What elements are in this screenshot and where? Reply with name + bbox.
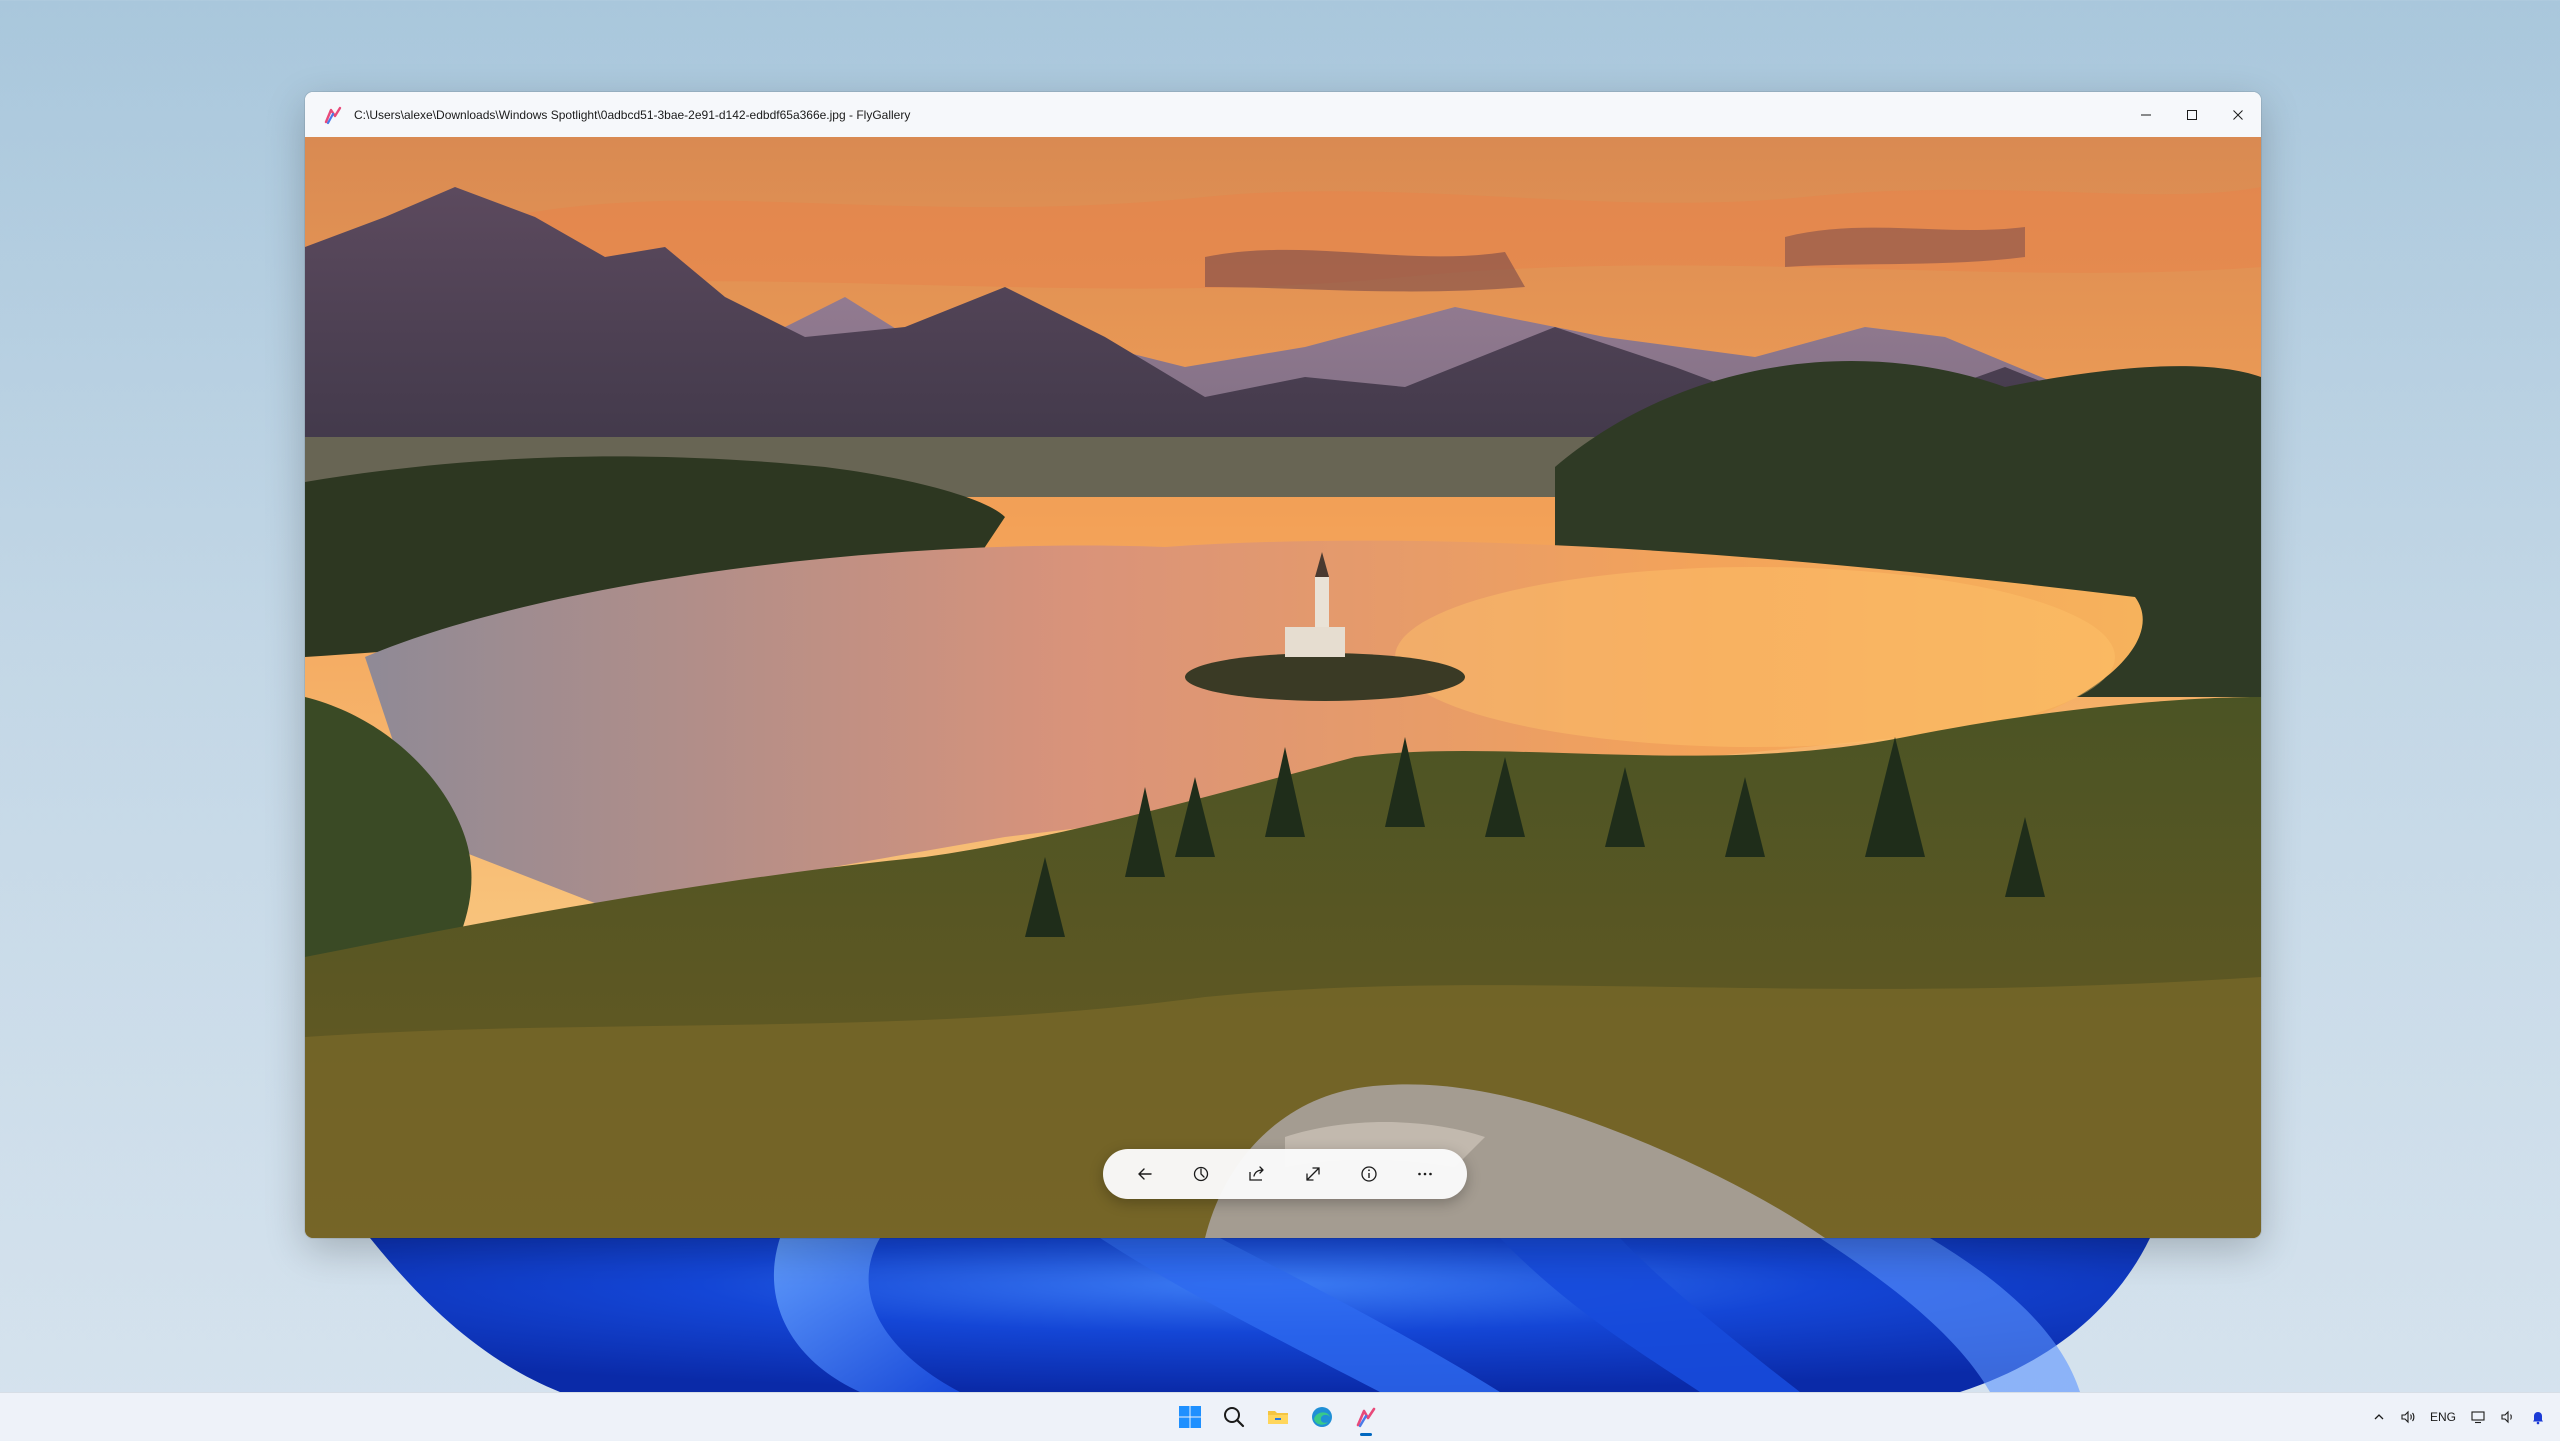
windows-start-icon — [1179, 1406, 1201, 1428]
info-icon — [1361, 1166, 1377, 1182]
network-icon — [2471, 1411, 2485, 1424]
notification-center-button[interactable] — [2530, 1402, 2546, 1432]
taskbar: ENG — [0, 1392, 2560, 1441]
image-viewer[interactable] — [305, 137, 2261, 1238]
window-title: C:\Users\alexe\Downloads\Windows Spotlig… — [354, 107, 911, 122]
close-button[interactable] — [2215, 92, 2261, 137]
start-button[interactable] — [1170, 1397, 1210, 1437]
maximize-icon — [2187, 109, 2197, 120]
search-button[interactable] — [1214, 1397, 1254, 1437]
flygallery-button[interactable] — [1346, 1397, 1386, 1437]
flygallery-icon — [1356, 1407, 1376, 1428]
network-tray-button[interactable] — [2470, 1402, 2486, 1432]
show-hidden-icons-button[interactable] — [2372, 1402, 2386, 1432]
maximize-button[interactable] — [2169, 92, 2215, 137]
edit-icon — [1193, 1166, 1209, 1182]
edit-button[interactable] — [1181, 1154, 1221, 1194]
share-icon — [1249, 1166, 1264, 1181]
edge-button[interactable] — [1302, 1397, 1342, 1437]
minimize-icon — [2141, 114, 2151, 115]
file-explorer-button[interactable] — [1258, 1397, 1298, 1437]
volume-icon — [2501, 1410, 2512, 1424]
chevron-up-icon — [2374, 1414, 2384, 1420]
more-icon — [1418, 1172, 1432, 1176]
minimize-button[interactable] — [2123, 92, 2169, 137]
search-icon — [1224, 1407, 1245, 1428]
close-icon — [2233, 109, 2243, 120]
speaker-tray-button[interactable] — [2400, 1402, 2416, 1432]
expand-button[interactable] — [1293, 1154, 1333, 1194]
system-tray: ENG — [2372, 1393, 2546, 1441]
notification-bell-icon — [2533, 1412, 2543, 1425]
file-explorer-icon — [1268, 1411, 1288, 1424]
floating-toolbar — [1103, 1149, 1467, 1199]
share-button[interactable] — [1237, 1154, 1277, 1194]
flygallery-window: C:\Users\alexe\Downloads\Windows Spotlig… — [305, 92, 2261, 1238]
edge-icon — [1312, 1407, 1332, 1427]
more-button[interactable] — [1405, 1154, 1445, 1194]
title-bar[interactable]: C:\Users\alexe\Downloads\Windows Spotlig… — [305, 92, 2261, 137]
landscape-photo — [305, 137, 2261, 1238]
info-button[interactable] — [1349, 1154, 1389, 1194]
expand-icon — [1306, 1167, 1320, 1181]
taskbar-apps — [1170, 1393, 1386, 1441]
flygallery-app-icon — [324, 106, 342, 124]
volume-tray-button[interactable] — [2500, 1402, 2516, 1432]
back-arrow-icon — [1138, 1168, 1152, 1180]
language-indicator[interactable]: ENG — [2430, 1402, 2456, 1432]
volume-icon — [2401, 1410, 2415, 1424]
back-button[interactable] — [1125, 1154, 1165, 1194]
